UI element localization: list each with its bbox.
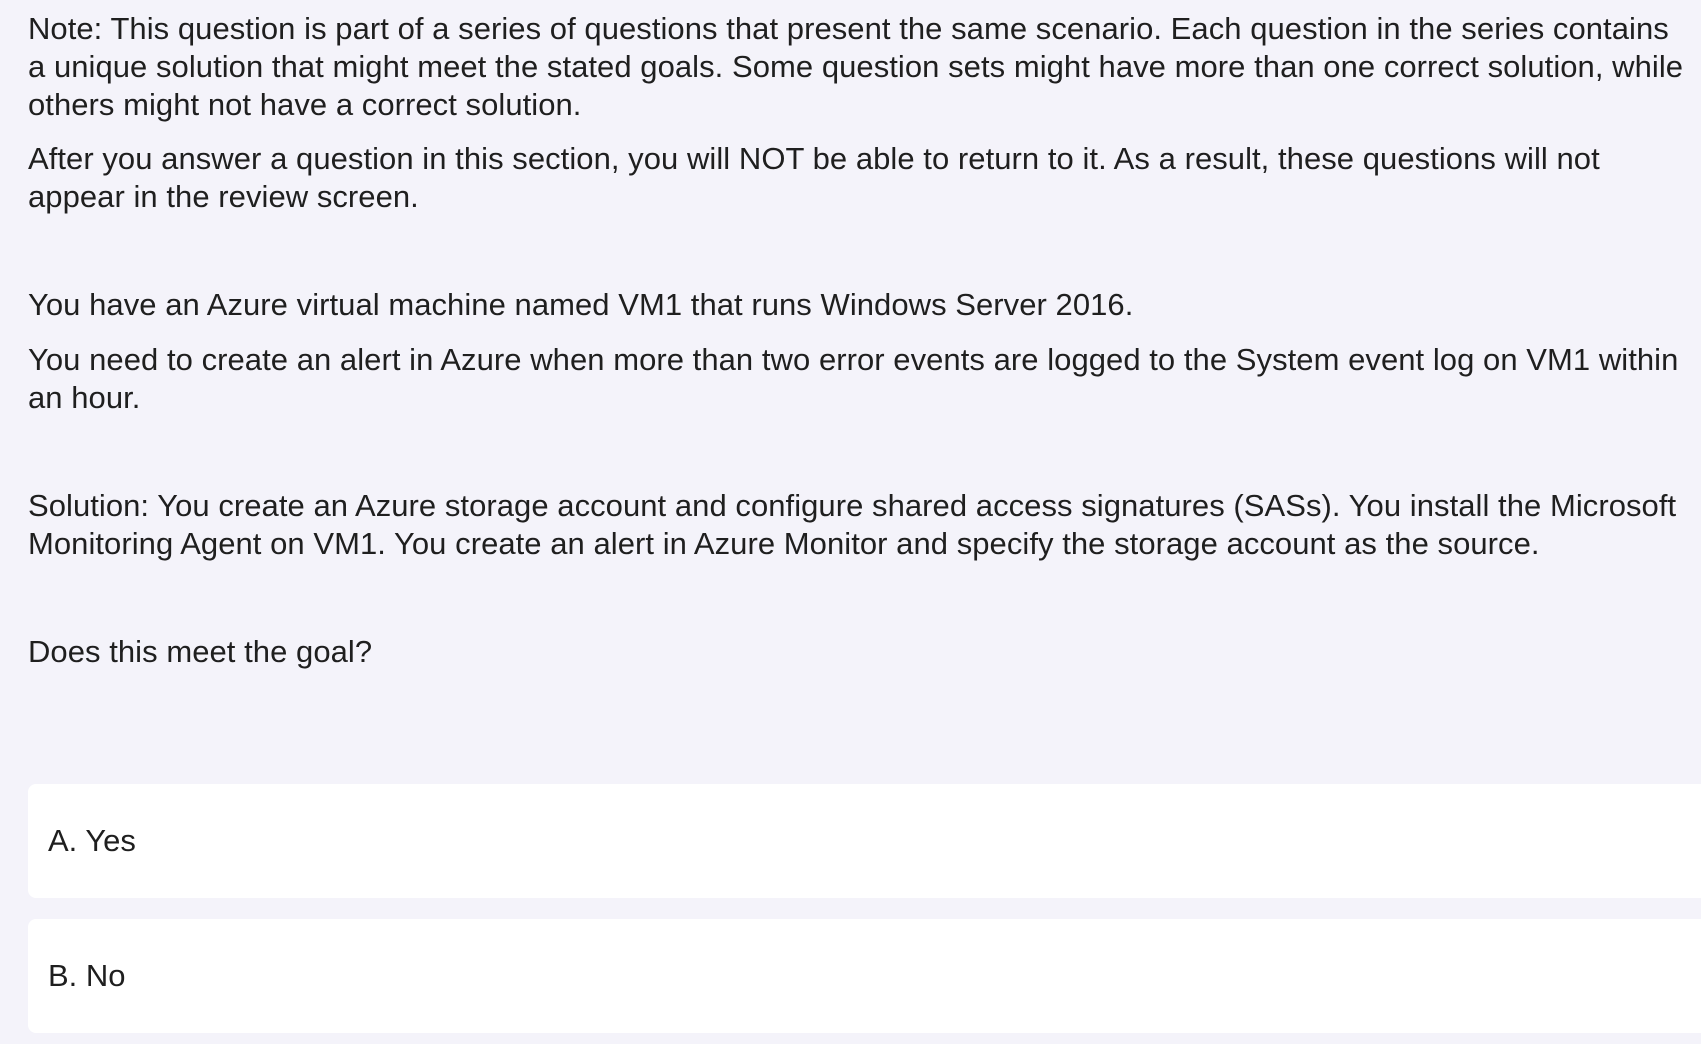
question-page: Note: This question is part of a series … <box>0 0 1701 1044</box>
scenario-vm-paragraph: You have an Azure virtual machine named … <box>28 287 1134 322</box>
answer-option-a[interactable]: A. Yes <box>28 784 1701 898</box>
scenario-need-paragraph: You need to create an alert in Azure whe… <box>28 342 1679 415</box>
question-prompt: Does this meet the goal? <box>28 634 373 669</box>
answer-option-b[interactable]: B. No <box>28 919 1701 1033</box>
note-paragraph: Note: This question is part of a series … <box>28 11 1684 122</box>
answer-option-label: A. Yes <box>48 823 136 858</box>
answer-options: A. Yes B. No <box>28 784 1701 1033</box>
answer-option-label: B. No <box>48 958 126 993</box>
solution-paragraph: Solution: You create an Azure storage ac… <box>28 488 1677 561</box>
warning-paragraph: After you answer a question in this sect… <box>28 141 1600 214</box>
